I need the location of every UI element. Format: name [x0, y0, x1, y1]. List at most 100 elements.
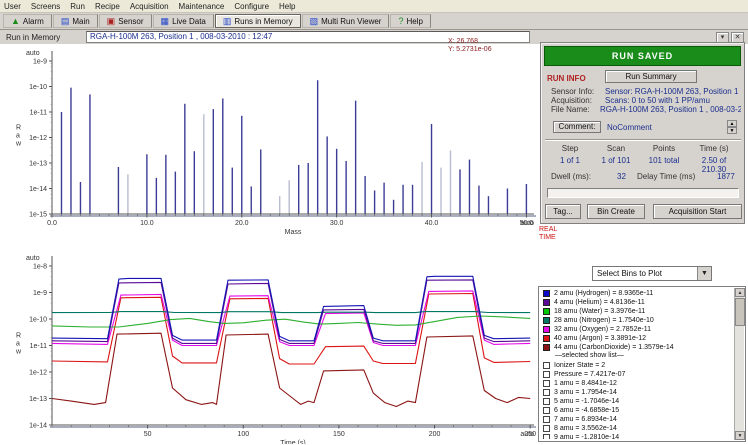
legend-item-unselected[interactable]: Pressure = 7.4217e-07 — [541, 370, 733, 379]
scroll-down-icon[interactable]: ▼ — [735, 431, 745, 440]
mass-spectrum-chart[interactable]: 1e-91e-101e-111e-121e-131e-141e-15autoRa… — [8, 44, 538, 242]
toolbar-button-live-data[interactable]: ▦Live Data — [153, 14, 214, 28]
real-time-label: REALTIME — [539, 226, 557, 242]
legend-item-unselected[interactable]: 1 amu = 8.4841e-12 — [541, 379, 733, 388]
svg-text:200: 200 — [429, 431, 441, 438]
toolbar-button-multi-run-viewer[interactable]: ▧Multi Run Viewer — [302, 14, 390, 28]
legend-item-label: 8 amu = 3.5562e-14 — [554, 425, 617, 432]
toolbar-button-help[interactable]: ?Help — [390, 14, 430, 28]
legend-item-label: 2 amu (Hydrogen) = 8.9365e-11 — [554, 290, 653, 297]
comment-button[interactable]: Comment: — [553, 121, 601, 133]
spinner-up-icon[interactable]: ▲ — [727, 120, 737, 127]
svg-text:30.0: 30.0 — [330, 220, 344, 227]
real-time-text: TIME — [539, 234, 557, 242]
sensor-icon: ▣ — [107, 17, 116, 26]
menu-user[interactable]: User — [4, 2, 21, 11]
toolbar-label: Runs in Memory — [234, 17, 292, 26]
menu-configure[interactable]: Configure — [234, 2, 269, 11]
legend-item-unselected[interactable]: 5 amu = -1.7046e-14 — [541, 397, 733, 406]
legend-item[interactable]: 4 amu (Helium) = 4.8136e-11 — [541, 298, 733, 307]
delay-time-label: Delay Time (ms) — [637, 172, 695, 181]
menu-acquisition[interactable]: Acquisition — [130, 2, 169, 11]
legend-item-unselected[interactable]: 8 amu = 3.5562e-14 — [541, 424, 733, 433]
menu-maintenance[interactable]: Maintenance — [179, 2, 225, 11]
legend-item-unselected[interactable]: Ionizer State = 2 — [541, 361, 733, 370]
scrollbar-thumb[interactable] — [735, 298, 745, 326]
legend-item-unselected[interactable]: 7 amu = 6.8934e-14 — [541, 415, 733, 424]
toolbar-button-sensor[interactable]: ▣Sensor — [99, 14, 152, 28]
legend-divider: —selected show list— — [541, 352, 733, 361]
close-run-button[interactable]: ✕ — [731, 32, 744, 43]
legend-box: 2 amu (Hydrogen) = 8.9365e-114 amu (Heli… — [538, 286, 746, 442]
scroll-up-icon[interactable]: ▲ — [735, 288, 745, 297]
run-dropdown-button[interactable]: ▾ — [716, 32, 729, 43]
svg-text:1e-9: 1e-9 — [33, 59, 47, 66]
chevron-down-icon: ▾ — [721, 34, 725, 41]
legend-item-unselected[interactable]: 9 amu = -1.2810e-14 — [541, 433, 733, 439]
close-icon: ✕ — [735, 34, 741, 41]
dwell-label: Dwell (ms): — [551, 172, 591, 181]
svg-text:w: w — [15, 349, 22, 356]
delay-time-value: 1877 — [717, 172, 735, 181]
checkbox-icon[interactable] — [543, 362, 550, 369]
checkbox-icon[interactable] — [543, 425, 550, 432]
svg-text:auto: auto — [26, 50, 40, 57]
spinner-down-icon[interactable]: ▼ — [727, 127, 737, 134]
legend-item-label: 18 amu (Water) = 3.3976e-11 — [554, 308, 645, 315]
trend-chart[interactable]: 1e-81e-91e-101e-111e-121e-131e-14autoRaw… — [8, 242, 538, 444]
legend-item-label: 5 amu = -1.7046e-14 — [554, 398, 619, 405]
dropdown-arrow-icon[interactable]: ▼ — [697, 267, 711, 280]
legend-scrollbar[interactable]: ▲ ▼ — [734, 288, 744, 440]
legend-item[interactable]: 18 amu (Water) = 3.3976e-11 — [541, 307, 733, 316]
legend-item[interactable]: 32 amu (Oxygen) = 2.7852e-11 — [541, 325, 733, 334]
menu-run[interactable]: Run — [70, 2, 85, 11]
toolbar-button-main[interactable]: ▤Main — [53, 14, 98, 28]
cursor-y-value: Y: 5.2731e-06 — [448, 46, 492, 54]
run-in-memory-label: Run in Memory — [0, 33, 86, 42]
legend-item[interactable]: 2 amu (Hydrogen) = 8.9365e-11 — [541, 289, 733, 298]
legend-item[interactable]: 28 amu (Nitrogen) = 1.7540e-10 — [541, 316, 733, 325]
menu-recipe[interactable]: Recipe — [95, 2, 120, 11]
bin-create-button[interactable]: Bin Create — [587, 204, 645, 219]
select-bins-dropdown[interactable]: Select Bins to Plot ▼ — [592, 266, 712, 281]
legend-item-label: 6 amu = -4.6858e-15 — [554, 407, 619, 414]
svg-text:1e-10: 1e-10 — [29, 317, 47, 324]
checkbox-icon[interactable] — [543, 398, 550, 405]
toolbar-label: Main — [72, 17, 89, 26]
legend-item-unselected[interactable]: 6 amu = -4.6858e-15 — [541, 406, 733, 415]
menu-bar: User Screens Run Recipe Acquisition Maintenan… — [0, 0, 748, 13]
checkbox-icon[interactable] — [543, 380, 550, 387]
legend-item-label: 3 amu = 1.7954e-14 — [554, 389, 617, 396]
stats-header: Time (s) — [691, 144, 737, 153]
comment-spinner[interactable]: ▲▼ — [727, 120, 737, 134]
svg-text:40.0: 40.0 — [425, 220, 439, 227]
live-data-icon: ▦ — [161, 17, 170, 26]
acquisition-start-button[interactable]: Acquisition Start — [653, 204, 742, 219]
checkbox-icon[interactable] — [543, 416, 550, 423]
legend-color-swatch — [543, 344, 550, 351]
checkbox-icon[interactable] — [543, 371, 550, 378]
menu-screens[interactable]: Screens — [31, 2, 60, 11]
checkbox-icon[interactable] — [543, 434, 550, 439]
svg-text:1e-14: 1e-14 — [29, 186, 47, 193]
svg-text:1e-10: 1e-10 — [29, 84, 47, 91]
svg-text:1e-8: 1e-8 — [33, 264, 47, 271]
svg-text:a: a — [16, 133, 20, 140]
toolbar-button-alarm[interactable]: ▲Alarm — [3, 14, 52, 28]
info-row-label: Sensor Info: — [551, 87, 605, 96]
legend-color-swatch — [543, 299, 550, 306]
checkbox-icon[interactable] — [543, 407, 550, 414]
svg-text:1e-9: 1e-9 — [33, 290, 47, 297]
run-summary-button[interactable]: Run Summary — [605, 70, 697, 83]
legend-item[interactable]: 40 amu (Argon) = 3.3891e-12 — [541, 334, 733, 343]
toolbar-label: Multi Run Viewer — [321, 17, 381, 26]
legend-item[interactable]: 44 amu (CarbonDioxide) = 1.3579e-14 — [541, 343, 733, 352]
menu-help[interactable]: Help — [279, 2, 295, 11]
legend-item-unselected[interactable]: 3 amu = 1.7954e-14 — [541, 388, 733, 397]
toolbar-button-runs-in-memory[interactable]: ▥Runs in Memory — [215, 14, 301, 28]
tag-button[interactable]: Tag... — [545, 204, 581, 219]
legend-item-label: Pressure = 7.4217e-07 — [554, 371, 625, 378]
checkbox-icon[interactable] — [543, 389, 550, 396]
legend-color-swatch — [543, 317, 550, 324]
cursor-readout: X: 26.768 Y: 5.2731e-06 — [448, 38, 492, 54]
